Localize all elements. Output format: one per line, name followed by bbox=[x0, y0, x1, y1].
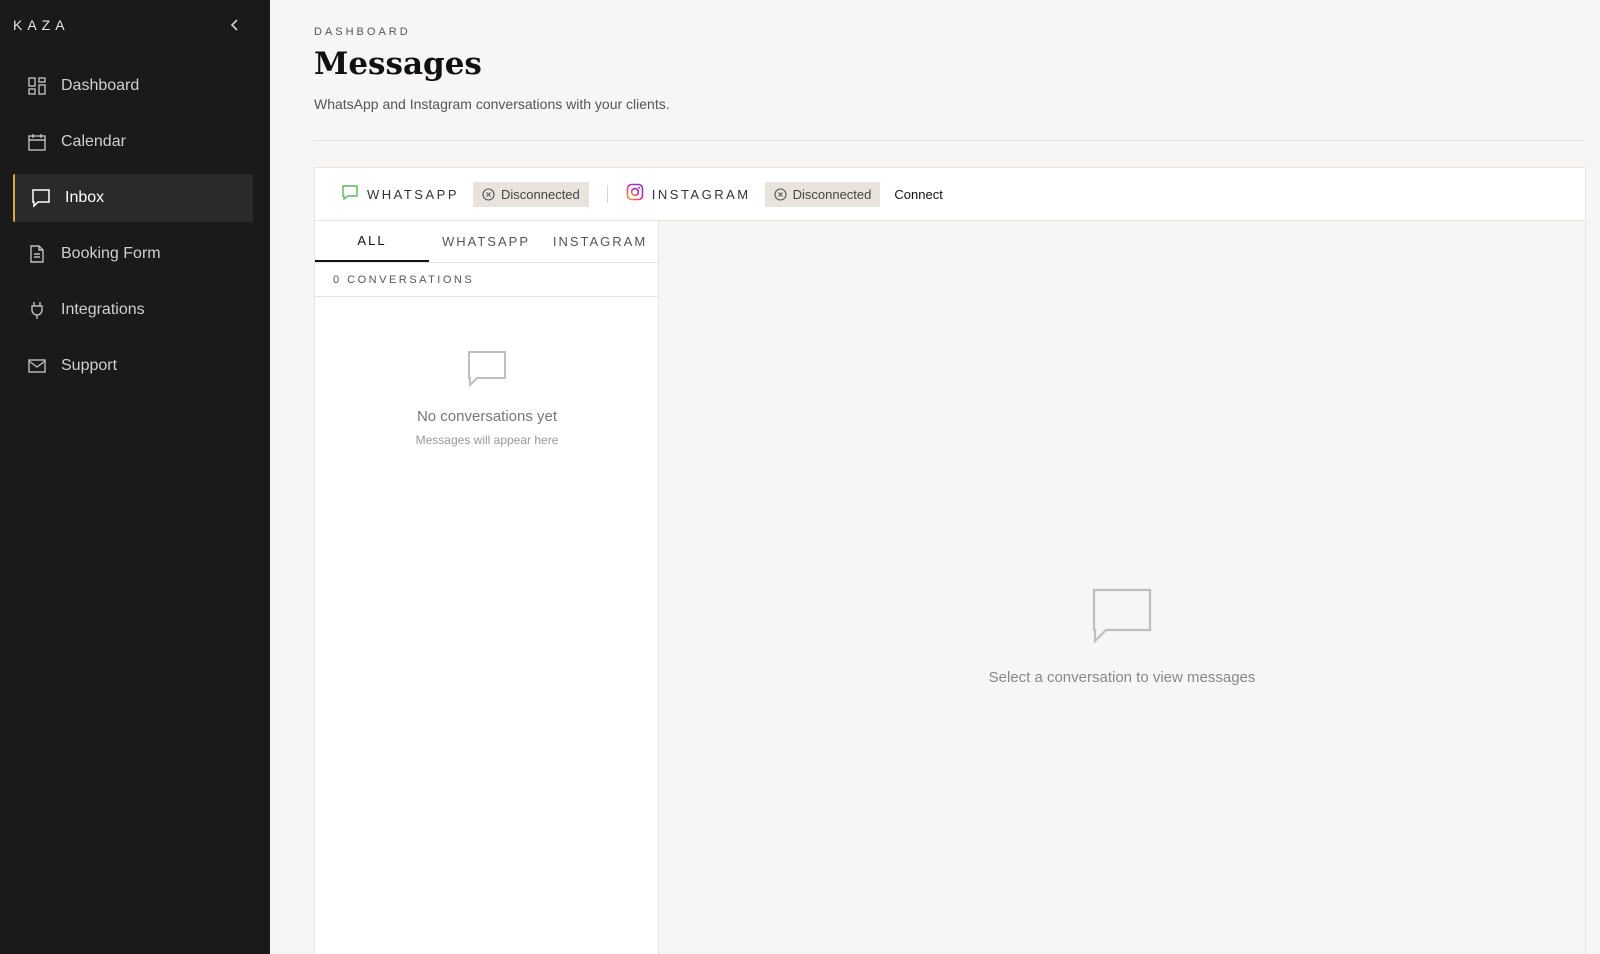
sidebar-item-label: Dashboard bbox=[61, 77, 140, 94]
x-circle-icon bbox=[774, 187, 787, 201]
conversation-list-pane: ALL WHATSAPP INSTAGRAM 0 CONVERSATIONS N… bbox=[315, 221, 659, 954]
breadcrumb: DASHBOARD bbox=[314, 26, 411, 38]
calendar-icon bbox=[25, 130, 49, 154]
channel-filter-tabs: ALL WHATSAPP INSTAGRAM bbox=[315, 221, 658, 263]
whatsapp-status-badge: Disconnected bbox=[473, 181, 589, 207]
chevron-left-icon bbox=[230, 19, 238, 31]
tab-instagram[interactable]: INSTAGRAM bbox=[543, 221, 657, 262]
message-view-pane: Select a conversation to view messages bbox=[659, 221, 1585, 954]
instagram-status-badge: Disconnected bbox=[764, 181, 881, 207]
collapse-sidebar-button[interactable] bbox=[224, 14, 246, 36]
sidebar-item-label: Inbox bbox=[65, 189, 105, 206]
document-icon bbox=[25, 242, 49, 266]
chat-bubble-icon bbox=[466, 351, 508, 393]
instagram-icon bbox=[626, 183, 644, 206]
sidebar-item-label: Integrations bbox=[61, 301, 145, 318]
inbox-panel: WHATSAPP Disconnected INSTAGRAM Disconne… bbox=[314, 167, 1586, 954]
main-content: DASHBOARD Messages WhatsApp and Instagra… bbox=[270, 0, 1600, 954]
sidebar-item-inbox[interactable]: Inbox bbox=[13, 174, 253, 222]
sidebar-item-integrations[interactable]: Integrations bbox=[13, 286, 253, 334]
empty-view-text: Select a conversation to view messages bbox=[988, 669, 1256, 686]
sidebar: KAZA Dashboard Calendar Inbox Booking Fo… bbox=[0, 0, 270, 954]
plug-icon bbox=[25, 298, 49, 322]
chat-icon bbox=[29, 186, 53, 210]
brand-logo: KAZA bbox=[13, 17, 70, 33]
x-circle-icon bbox=[482, 187, 495, 201]
sidebar-nav: Dashboard Calendar Inbox Booking Form In… bbox=[13, 62, 253, 398]
page-subtitle: WhatsApp and Instagram conversations wit… bbox=[314, 96, 670, 112]
empty-list-title: No conversations yet bbox=[416, 408, 558, 425]
whatsapp-label: WHATSAPP bbox=[367, 186, 459, 202]
instagram-status-text: Disconnected bbox=[792, 186, 872, 202]
dashboard-icon bbox=[25, 74, 49, 98]
mail-icon bbox=[25, 354, 49, 378]
sidebar-item-label: Support bbox=[61, 357, 118, 374]
sidebar-item-label: Booking Form bbox=[61, 245, 161, 262]
sidebar-item-calendar[interactable]: Calendar bbox=[13, 118, 253, 166]
channel-status-bar: WHATSAPP Disconnected INSTAGRAM Disconne… bbox=[315, 168, 1585, 221]
conversation-count: 0 CONVERSATIONS bbox=[315, 263, 658, 297]
tab-whatsapp[interactable]: WHATSAPP bbox=[429, 221, 543, 262]
chat-bubble-icon bbox=[1090, 588, 1154, 650]
sidebar-item-label: Calendar bbox=[61, 133, 126, 150]
header-divider bbox=[314, 140, 1586, 141]
tab-all[interactable]: ALL bbox=[315, 221, 429, 262]
instagram-label: INSTAGRAM bbox=[651, 186, 751, 202]
sidebar-item-booking-form[interactable]: Booking Form bbox=[13, 230, 253, 278]
whatsapp-icon bbox=[341, 183, 359, 206]
sidebar-item-support[interactable]: Support bbox=[13, 342, 253, 390]
empty-message-view: Select a conversation to view messages bbox=[659, 586, 1585, 686]
empty-list-subtitle: Messages will appear here bbox=[415, 433, 559, 447]
empty-conversation-list: No conversations yet Messages will appea… bbox=[315, 349, 659, 447]
instagram-connect-button[interactable]: Connect bbox=[894, 187, 942, 202]
whatsapp-status-text: Disconnected bbox=[501, 186, 580, 202]
channel-divider bbox=[606, 185, 608, 203]
sidebar-item-dashboard[interactable]: Dashboard bbox=[13, 62, 253, 110]
page-title: Messages bbox=[314, 46, 482, 82]
